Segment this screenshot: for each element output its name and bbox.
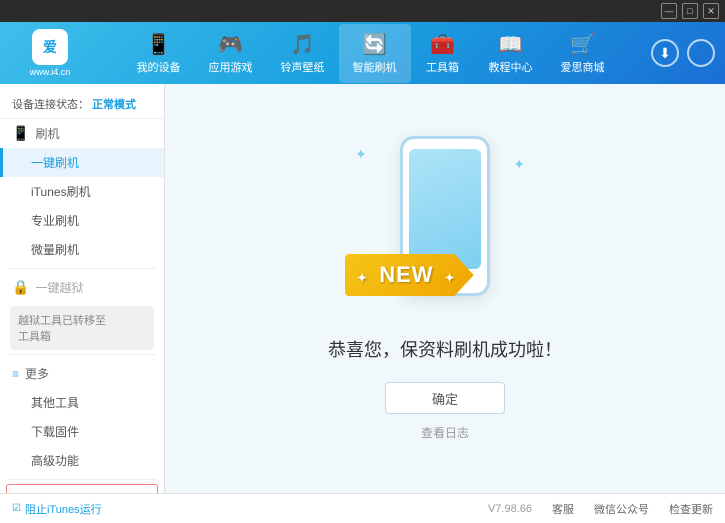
smartflash-icon: 🔄 — [362, 32, 387, 57]
more-section-icon: ≡ — [12, 367, 19, 381]
mydevice-icon: 📱 — [146, 32, 171, 57]
sidebar-section-more: ≡ 更多 — [0, 359, 164, 388]
tutorial-icon: 📖 — [498, 32, 523, 57]
nav: 📱 我的设备 🎮 应用游戏 🎵 铃声壁纸 🔄 智能刷机 🧰 工具箱 📖 教程中心… — [90, 24, 651, 83]
phone-screen — [409, 149, 481, 269]
nav-toolbox[interactable]: 🧰 工具箱 — [411, 24, 475, 83]
sidebar-section-jailbreak: 🔒 一键越狱 — [0, 273, 164, 302]
maximize-icon[interactable]: □ — [682, 3, 698, 19]
auto-flash-checkbox[interactable]: 自动救活 — [19, 491, 77, 493]
jailbreak-label: 一键越狱 — [35, 279, 83, 296]
shop-icon: 🛒 — [570, 32, 595, 57]
success-text: 恭喜您，保资料刷机成功啦！ — [328, 336, 562, 362]
sidebar-divider-1 — [8, 268, 156, 269]
nav-tutorial-label: 教程中心 — [489, 59, 533, 75]
nav-right: ⬇ 👤 — [651, 39, 715, 67]
nav-ringtone[interactable]: 🎵 铃声壁纸 — [267, 24, 339, 83]
toolbox-icon: 🧰 — [430, 32, 455, 57]
version-label: V7.98.66 — [488, 503, 532, 515]
goto-log-link[interactable]: 查看日志 — [421, 424, 469, 441]
more-label: 更多 — [25, 365, 49, 382]
nav-mydevice[interactable]: 📱 我的设备 — [123, 24, 195, 83]
title-bar-controls: — □ ✕ — [661, 3, 721, 19]
nav-mydevice-label: 我的设备 — [137, 59, 181, 75]
sidebar-item-onekey[interactable]: 一键刷机 — [0, 148, 164, 177]
sidebar: 设备连接状态： 正常模式 📱 刷机 一键刷机 iTunes刷机 专业刷机 微量刷… — [0, 84, 165, 493]
customer-link[interactable]: 客服 — [552, 501, 574, 517]
nav-shop-label: 爱思商城 — [561, 59, 605, 75]
nav-smartflash[interactable]: 🔄 智能刷机 — [339, 24, 411, 83]
jailbreak-notice: 越狱工具已转移至工具箱 — [10, 306, 154, 350]
sidebar-item-download-fw[interactable]: 下载固件 — [0, 417, 164, 446]
status-bar: ☑ 阻止iTunes运行 V7.98.66 客服 微信公众号 检查更新 — [0, 493, 725, 523]
sidebar-item-advanced[interactable]: 高级功能 — [0, 446, 164, 475]
sidebar-item-other-tools[interactable]: 其他工具 — [0, 388, 164, 417]
hero-illustration: ✦ ✦ NEW — [345, 136, 545, 316]
sidebar-item-itunes[interactable]: iTunes刷机 — [0, 177, 164, 206]
main: 设备连接状态： 正常模式 📱 刷机 一键刷机 iTunes刷机 专业刷机 微量刷… — [0, 84, 725, 493]
new-badge: NEW — [345, 254, 474, 296]
download-icon: ⬇ — [659, 45, 671, 62]
sparkle-1-icon: ✦ — [355, 146, 367, 163]
download-button[interactable]: ⬇ — [651, 39, 679, 67]
device-status: 设备连接状态： 正常模式 — [0, 90, 164, 119]
apps-icon: 🎮 — [218, 32, 243, 57]
sidebar-section-flash: 📱 刷机 — [0, 119, 164, 148]
logo[interactable]: 爱 www.i4.cn — [10, 29, 90, 77]
logo-icon: 爱 — [32, 29, 68, 65]
itunes-label: 阻止iTunes运行 — [25, 501, 102, 517]
nav-toolbox-label: 工具箱 — [426, 59, 459, 75]
check-update-link[interactable]: 检查更新 — [669, 501, 713, 517]
user-icon: 👤 — [692, 45, 709, 62]
ringtone-icon: 🎵 — [290, 32, 315, 57]
flash-section-label: 刷机 — [35, 125, 59, 142]
close-icon[interactable]: ✕ — [703, 3, 719, 19]
status-bar-right: V7.98.66 客服 微信公众号 检查更新 — [488, 501, 713, 517]
user-button[interactable]: 👤 — [687, 39, 715, 67]
jailbreak-icon: 🔒 — [12, 279, 29, 296]
nav-apps[interactable]: 🎮 应用游戏 — [195, 24, 267, 83]
title-bar: — □ ✕ — [0, 0, 725, 22]
wechat-link[interactable]: 微信公众号 — [594, 501, 649, 517]
sidebar-divider-2 — [8, 354, 156, 355]
confirm-button[interactable]: 确定 — [385, 382, 505, 414]
checkbox-area: 自动救活 跳过向导 — [6, 484, 158, 493]
logo-url: www.i4.cn — [30, 67, 71, 77]
content-area: ✦ ✦ NEW 恭喜您，保资料刷机成功啦！ 确定 查看日志 — [165, 84, 725, 493]
nav-tutorial[interactable]: 📖 教程中心 — [475, 24, 547, 83]
header: 爱 www.i4.cn 📱 我的设备 🎮 应用游戏 🎵 铃声壁纸 🔄 智能刷机 … — [0, 22, 725, 84]
flash-section-icon: 📱 — [12, 125, 29, 142]
sidebar-divider-3 — [8, 479, 156, 480]
sidebar-item-pro[interactable]: 专业刷机 — [0, 206, 164, 235]
nav-apps-label: 应用游戏 — [209, 59, 253, 75]
minimize-icon[interactable]: — — [661, 3, 677, 19]
status-label: 设备连接状态： — [12, 99, 89, 111]
sparkle-2-icon: ✦ — [513, 156, 525, 173]
nav-smartflash-label: 智能刷机 — [353, 59, 397, 75]
itunes-checkbox-icon: ☑ — [12, 503, 21, 514]
status-value: 正常模式 — [92, 99, 136, 111]
sidebar-item-micro[interactable]: 微量刷机 — [0, 235, 164, 264]
nav-shop[interactable]: 🛒 爱思商城 — [547, 24, 619, 83]
skip-wizard-checkbox[interactable]: 跳过向导 — [87, 491, 145, 493]
nav-ringtone-label: 铃声壁纸 — [281, 59, 325, 75]
itunes-toggle[interactable]: ☑ 阻止iTunes运行 — [12, 501, 102, 517]
